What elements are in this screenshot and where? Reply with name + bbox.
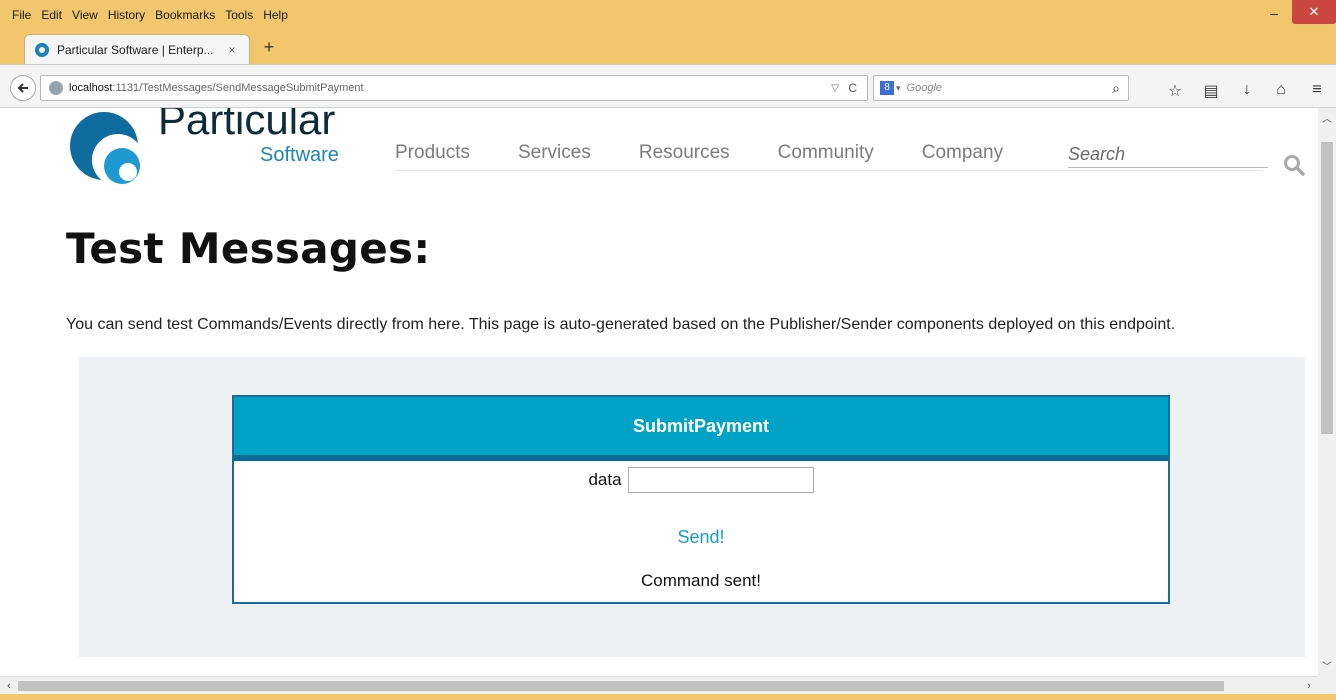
scroll-right-icon[interactable]: › (1300, 677, 1318, 695)
message-panel: SubmitPayment data Send! Command sent! (79, 357, 1305, 657)
google-icon[interactable]: 8 (880, 81, 894, 95)
site-identity-icon[interactable] (49, 81, 63, 95)
tab-title: Particular Software | Enterp... (57, 42, 214, 57)
card-header: SubmitPayment (234, 397, 1168, 455)
search-icon[interactable]: ⌕ (1112, 80, 1120, 97)
window-titlebar: File Edit View History Bookmarks Tools H… (0, 0, 1336, 28)
page-title: Test Messages: (66, 224, 431, 273)
tab-particular-software[interactable]: Particular Software | Enterp... × (24, 34, 250, 64)
nav-products[interactable]: Products (395, 142, 470, 164)
back-button[interactable] (10, 75, 36, 101)
brand-name[interactable]: Particular (158, 108, 335, 144)
tab-strip: Particular Software | Enterp... × + (0, 28, 1336, 64)
site-search-input[interactable]: Search (1068, 144, 1268, 168)
scroll-down-icon[interactable]: ﹀ (1318, 658, 1336, 674)
scroll-up-icon[interactable]: ︿ (1318, 110, 1336, 126)
navigation-toolbar: localhost:1131/TestMessages/SendMessageS… (0, 64, 1336, 108)
horizontal-scrollbar[interactable]: ‹ › (0, 676, 1318, 694)
search-engine-dropdown-icon[interactable]: ▾ (896, 83, 901, 94)
menu-file[interactable]: File (12, 8, 31, 22)
scroll-left-icon[interactable]: ‹ (0, 677, 18, 695)
menu-help[interactable]: Help (263, 8, 288, 22)
menu-tools[interactable]: Tools (225, 8, 253, 22)
site-search-icon[interactable] (1283, 154, 1305, 176)
reload-icon[interactable]: C (848, 81, 857, 95)
scrollbar-corner (1318, 676, 1336, 694)
send-button[interactable]: Send! (234, 527, 1168, 548)
site-nav: Products Services Resources Community Co… (395, 142, 1003, 164)
reading-list-icon[interactable]: ▤ (1202, 81, 1220, 101)
vertical-scrollbar[interactable]: ︿ ﹀ (1318, 108, 1336, 676)
data-field-row: data (234, 467, 1168, 493)
favicon-icon (35, 42, 49, 57)
menu-bookmarks[interactable]: Bookmarks (155, 8, 215, 22)
window-bottom-border (0, 694, 1336, 700)
data-field-label: data (588, 470, 622, 489)
page-content: Particular Software Products Services Re… (0, 108, 1318, 676)
page-description: You can send test Commands/Events direct… (66, 316, 1176, 333)
close-window-button[interactable]: ✕ (1292, 0, 1336, 24)
nav-services[interactable]: Services (518, 142, 591, 164)
browser-search-placeholder: Google (906, 82, 943, 94)
nav-divider (395, 170, 1263, 171)
menu-history[interactable]: History (108, 8, 145, 22)
minimize-button[interactable]: – (1262, 2, 1286, 24)
url-text: localhost:1131/TestMessages/SendMessageS… (69, 82, 364, 94)
bookmark-star-icon[interactable]: ☆ (1166, 81, 1184, 101)
tab-close-icon[interactable]: × (225, 43, 239, 57)
back-arrow-icon (17, 83, 28, 93)
nav-company[interactable]: Company (922, 142, 1003, 164)
message-card: SubmitPayment data Send! Command sent! (232, 395, 1170, 604)
download-icon[interactable]: ↓ (1238, 81, 1256, 99)
menu-view[interactable]: View (72, 8, 98, 22)
url-dropdown-icon[interactable]: ▽ (831, 83, 839, 94)
vertical-scroll-thumb[interactable] (1321, 142, 1333, 434)
home-icon[interactable]: ⌂ (1272, 81, 1290, 99)
nav-community[interactable]: Community (778, 142, 874, 164)
particular-logo-icon[interactable] (64, 108, 154, 198)
browser-search-box[interactable]: 8 ▾ Google ⌕ (873, 75, 1129, 101)
new-tab-button[interactable]: + (260, 38, 278, 56)
menu-bar: File Edit View History Bookmarks Tools H… (12, 8, 288, 22)
data-input[interactable] (627, 467, 814, 493)
url-bar[interactable]: localhost:1131/TestMessages/SendMessageS… (40, 75, 868, 101)
brand-subtitle[interactable]: Software (260, 144, 339, 167)
horizontal-scroll-thumb[interactable] (18, 681, 1224, 691)
card-header-bar (234, 455, 1168, 461)
status-message: Command sent! (641, 571, 761, 590)
menu-edit[interactable]: Edit (41, 8, 62, 22)
menu-hamburger-icon[interactable]: ≡ (1308, 81, 1326, 99)
nav-resources[interactable]: Resources (639, 142, 730, 164)
